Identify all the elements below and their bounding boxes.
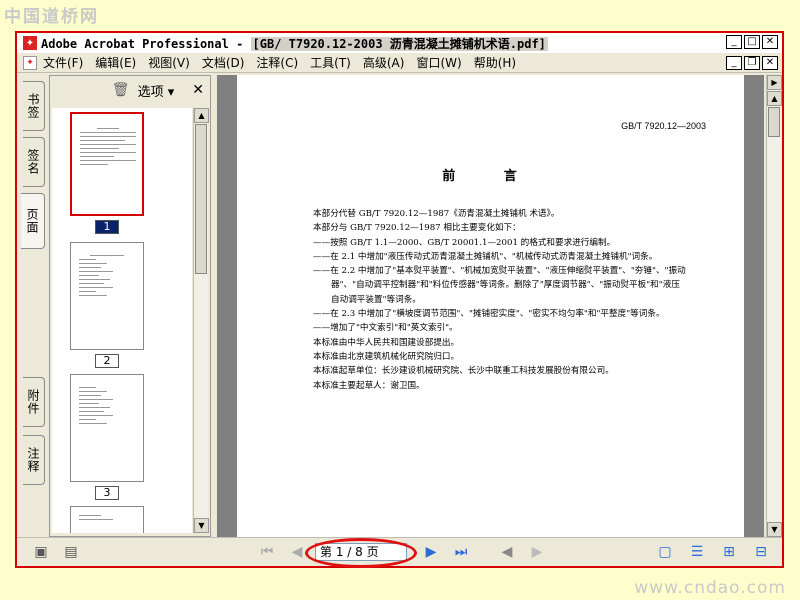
thumbnail-label-2: 2 bbox=[95, 354, 119, 368]
body-line: 本标准主要起草人：谢卫国。 bbox=[313, 380, 425, 391]
body-line: 器"、"自动调平控制器"和"料位传感器"等词条。删除了"厚度调节器"、"振动熨平… bbox=[331, 280, 680, 291]
document-scrollbar[interactable]: ▶ ▲ ▼ bbox=[766, 75, 782, 537]
body-line: 本部分代替 GB/T 7920.12—1987《沥青混凝土摊铺机 术语》。 bbox=[313, 209, 560, 219]
document-body: 本部分代替 GB/T 7920.12—1987《沥青混凝土摊铺机 术语》。 本部… bbox=[313, 207, 713, 393]
standard-number: GB/T 7920.12—2003 bbox=[621, 121, 706, 131]
body-line: 本标准起草单位：长沙建设机械研究院、长沙中联重工科技发展股份有限公司。 bbox=[313, 366, 614, 377]
tab-signatures[interactable]: 签名 bbox=[23, 137, 45, 187]
options-menu[interactable]: 选项 ▾ bbox=[138, 81, 175, 100]
first-page-icon[interactable]: ⏮ bbox=[259, 544, 275, 560]
pdf-page: GB/T 7920.12—2003 前 言 本部分代替 GB/T 7920.12… bbox=[237, 75, 744, 537]
body-line: ——在 2.3 中增加了"横坡度调节范围"、"摊铺密实度"、"密实不均匀率"和"… bbox=[313, 309, 665, 320]
body-line: ——按照 GB/T 1.1—2000、GB/T 20001.1—2001 的格式… bbox=[313, 237, 616, 248]
last-page-icon[interactable]: ⏭ bbox=[453, 544, 469, 560]
minimize-button[interactable]: _ bbox=[726, 35, 742, 49]
menu-tools[interactable]: 工具(T) bbox=[310, 54, 351, 71]
menu-file[interactable]: 文件(F) bbox=[43, 54, 83, 71]
doc-restore-button[interactable]: ❐ bbox=[744, 56, 760, 70]
scroll-up-arrow-icon[interactable]: ▲ bbox=[194, 108, 209, 123]
title-bar[interactable]: ✦ Adobe Acrobat Professional - [GB/ T792… bbox=[17, 33, 782, 53]
thumbnail-page-4[interactable] bbox=[70, 506, 144, 533]
thumbnail-content bbox=[79, 387, 135, 427]
doc-minimize-button[interactable]: _ bbox=[726, 56, 742, 70]
body-line: ——在 2.1 中增加"液压传动式沥青混凝土摊铺机"、"机械传动式沥青混凝土摊铺… bbox=[313, 251, 658, 262]
menu-document[interactable]: 文档(D) bbox=[202, 54, 245, 71]
watermark-top: 中国道桥网 bbox=[4, 7, 99, 27]
menu-help[interactable]: 帮助(H) bbox=[474, 54, 516, 71]
thumbnail-label-1: 1 bbox=[95, 220, 119, 234]
next-page-icon[interactable]: ▶ bbox=[423, 544, 439, 560]
document-window-controls: _ ❐ ✕ bbox=[726, 56, 778, 70]
watermark-bottom: www.cndao.com bbox=[634, 578, 786, 598]
menu-edit[interactable]: 编辑(E) bbox=[95, 54, 136, 71]
menu-window[interactable]: 窗口(W) bbox=[416, 54, 461, 71]
menu-bar: ✦ 文件(F) 编辑(E) 视图(V) 文档(D) 注释(C) 工具(T) 高级… bbox=[17, 53, 782, 73]
single-page-icon[interactable]: ▢ bbox=[657, 544, 673, 560]
body-line: ——在 2.2 中增加了"基本熨平装置"、"机械加宽熨平装置"、"液压伸缩熨平装… bbox=[313, 266, 686, 277]
thumbnail-label-3: 3 bbox=[95, 486, 119, 500]
scroll-up-arrow-icon[interactable]: ▲ bbox=[767, 91, 782, 106]
thumbnails-header: 🗑 选项 ▾ ✕ bbox=[50, 76, 210, 104]
menu-advanced[interactable]: 高级(A) bbox=[363, 54, 405, 71]
thumbnail-content bbox=[79, 515, 135, 523]
acrobat-logo-icon: ✦ bbox=[23, 36, 37, 50]
status-bar: ▣ ▤ ⏮ ◀ 第 1 / 8 页 ▶ ⏭ ◀ ▶ ▢ ☰ ⊞ ⊟ bbox=[17, 537, 782, 568]
scroll-right-arrow-icon[interactable]: ▶ bbox=[767, 75, 782, 90]
thumbnails-panel: 🗑 选项 ▾ ✕ 1 2 3 ▲ ▼ bbox=[49, 75, 211, 537]
menu-view[interactable]: 视图(V) bbox=[148, 54, 190, 71]
facing-icon[interactable]: ⊞ bbox=[721, 544, 737, 560]
body-line: 本部分与 GB/T 7920.12—1987 相比主要变化如下： bbox=[313, 223, 521, 234]
thumbnail-content bbox=[80, 128, 136, 168]
tab-comments[interactable]: 注释 bbox=[23, 435, 45, 485]
document-icon[interactable]: ✦ bbox=[23, 55, 37, 70]
highlight-circle bbox=[305, 538, 417, 568]
thumbnail-list: 1 2 3 bbox=[52, 108, 192, 533]
next-view-icon[interactable]: ▶ bbox=[529, 544, 545, 560]
document-heading: 前 言 bbox=[442, 169, 539, 184]
tab-attachments[interactable]: 附件 bbox=[23, 377, 45, 427]
body-line: ——增加了"中文索引"和"英文索引"。 bbox=[313, 323, 458, 334]
page-layout-icon[interactable]: ▤ bbox=[63, 544, 79, 560]
trash-icon[interactable]: 🗑 bbox=[112, 82, 130, 98]
close-button[interactable]: ✕ bbox=[762, 35, 778, 49]
scrollbar-thumb[interactable] bbox=[195, 124, 207, 274]
thumbnail-page-2[interactable] bbox=[70, 242, 144, 350]
continuous-icon[interactable]: ☰ bbox=[689, 544, 705, 560]
monitor-icon[interactable]: ▣ bbox=[33, 544, 49, 560]
document-viewport: GB/T 7920.12—2003 前 言 本部分代替 GB/T 7920.12… bbox=[217, 75, 764, 537]
window-controls: _ □ ✕ bbox=[726, 35, 778, 49]
thumbnail-content bbox=[79, 255, 135, 299]
scroll-down-arrow-icon[interactable]: ▼ bbox=[767, 522, 782, 537]
thumbnail-page-1[interactable] bbox=[70, 112, 144, 216]
continuous-facing-icon[interactable]: ⊟ bbox=[753, 544, 769, 560]
tab-pages[interactable]: 页面 bbox=[21, 193, 45, 249]
window-title: Adobe Acrobat Professional - [GB/ T7920.… bbox=[41, 36, 548, 51]
previous-view-icon[interactable]: ◀ bbox=[499, 544, 515, 560]
navigation-tabs: 书签 签名 页面 附件 注释 bbox=[17, 75, 47, 533]
acrobat-window: ✦ Adobe Acrobat Professional - [GB/ T792… bbox=[15, 31, 784, 568]
maximize-button[interactable]: □ bbox=[744, 35, 760, 49]
document-scrollbar-thumb[interactable] bbox=[768, 107, 780, 137]
doc-close-button[interactable]: ✕ bbox=[762, 56, 778, 70]
menu-comments[interactable]: 注释(C) bbox=[256, 54, 298, 71]
scroll-down-arrow-icon[interactable]: ▼ bbox=[194, 518, 209, 533]
thumbnail-page-3[interactable] bbox=[70, 374, 144, 482]
body-line: 自动调平装置"等词条。 bbox=[331, 294, 421, 305]
body-line: 本标准由北京建筑机械化研究院归口。 bbox=[313, 351, 460, 362]
previous-page-icon[interactable]: ◀ bbox=[289, 544, 305, 560]
close-panel-icon[interactable]: ✕ bbox=[192, 82, 204, 98]
tab-bookmarks[interactable]: 书签 bbox=[23, 81, 45, 131]
body-line: 本标准由中华人民共和国建设部提出。 bbox=[313, 337, 460, 348]
thumbnail-scrollbar[interactable]: ▲ ▼ bbox=[193, 108, 209, 533]
